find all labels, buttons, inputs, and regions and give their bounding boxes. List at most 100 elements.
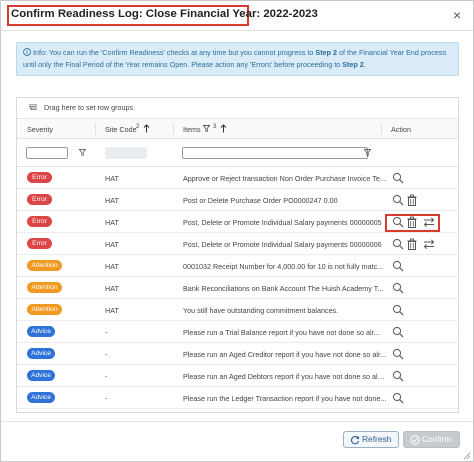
table-row[interactable]: Advice - Please run a Trial Balance report…	[17, 321, 458, 343]
filter-active-icon	[203, 125, 210, 132]
info-step-link-2: Step 2	[342, 60, 364, 69]
severity-badge: Error	[27, 194, 52, 205]
filter-row	[17, 139, 458, 167]
items-filter-input[interactable]	[182, 147, 368, 159]
site-code-cell: -	[105, 328, 108, 337]
severity-badge: Error	[27, 216, 52, 227]
site-code-cell: HAT	[105, 240, 119, 249]
info-icon	[23, 48, 31, 56]
severity-badge: Advice	[27, 326, 55, 337]
site-code-cell: HAT	[105, 284, 119, 293]
info-text-2a: until only the Final Period of the Year …	[23, 60, 343, 69]
item-cell: Post, Delete or Promote Individual Salar…	[183, 218, 382, 227]
search-icon[interactable]	[392, 348, 404, 360]
filter-icon[interactable]	[364, 149, 371, 156]
item-cell: Post or Delete Purchase Order PO0000247 …	[183, 196, 338, 205]
filter-icon[interactable]	[79, 149, 86, 156]
item-cell: Please run a Trial Balance report if you…	[183, 328, 380, 337]
row-group-icon	[29, 104, 37, 110]
severity-badge: Attention	[27, 260, 62, 271]
table-row[interactable]: Attention HAT Bank Reconciliations on Bank…	[17, 277, 458, 299]
search-icon[interactable]	[392, 304, 404, 316]
info-banner: Info: You can run the 'Confirm Readiness…	[16, 42, 459, 76]
item-cell: Please run an Aged Debtors report if you…	[183, 372, 387, 381]
site-code-cell: HAT	[105, 174, 119, 183]
close-icon[interactable]: ×	[453, 7, 461, 23]
confirm-label: Confirm	[422, 434, 452, 444]
resize-handle-icon[interactable]	[463, 452, 471, 460]
item-cell: Approve or Reject transaction Non Order …	[183, 174, 386, 183]
site-code-sort-index: 2	[136, 124, 140, 130]
row-group-bar[interactable]: Drag here to set row groups	[17, 98, 458, 119]
site-code-cell: -	[105, 350, 108, 359]
column-separator[interactable]	[173, 123, 174, 135]
severity-badge: Error	[27, 238, 52, 249]
search-icon[interactable]	[392, 370, 404, 382]
check-circle-icon	[410, 435, 420, 445]
severity-filter-input[interactable]	[26, 147, 68, 159]
site-code-cell: HAT	[105, 262, 119, 271]
dialog-title: Confirm Readiness Log: Close Financial Y…	[11, 8, 318, 20]
severity-badge: Advice	[27, 392, 55, 403]
severity-badge: Advice	[27, 370, 55, 381]
trash-icon[interactable]	[406, 238, 418, 250]
table-row[interactable]: Advice - Please run an Aged Debtors report…	[17, 365, 458, 387]
info-line-2: until only the Final Period of the Year …	[23, 59, 452, 71]
item-cell: Post, Delete or Promote Individual Salar…	[183, 240, 382, 249]
trash-icon[interactable]	[406, 194, 418, 206]
column-header-severity[interactable]: Severity	[27, 125, 53, 134]
severity-badge: Attention	[27, 304, 62, 315]
item-cell: You still have outstanding commitment ba…	[183, 306, 339, 315]
search-icon[interactable]	[392, 282, 404, 294]
column-separator[interactable]	[95, 123, 96, 135]
row-group-hint: Drag here to set row groups	[44, 103, 134, 112]
sort-ascending-icon	[143, 124, 150, 133]
site-code-cell: -	[105, 372, 108, 381]
table-row[interactable]: Error HAT Approve or Reject transaction No…	[17, 167, 458, 189]
dialog-header: Confirm Readiness Log: Close Financial Y…	[1, 1, 473, 31]
table-row[interactable]: Error HAT Post or Delete Purchase Order PO…	[17, 189, 458, 211]
readiness-grid: Drag here to set row groups Severity Sit…	[16, 97, 459, 413]
info-line-1: Info: You can run the 'Confirm Readiness…	[23, 47, 452, 59]
site-code-filter-input	[105, 147, 147, 159]
search-icon[interactable]	[392, 326, 404, 338]
item-cell: 0001032 Receipt Number for 4,000.00 for …	[183, 262, 384, 271]
severity-badge: Advice	[27, 348, 55, 359]
table-row[interactable]: Advice - Please run the Ledger Transaction…	[17, 387, 458, 409]
search-icon[interactable]	[392, 194, 404, 206]
column-header-items[interactable]: Items	[183, 125, 201, 134]
refresh-icon	[350, 436, 360, 445]
item-cell: Please run an Aged Creditor report if yo…	[183, 350, 386, 359]
site-code-cell: HAT	[105, 218, 119, 227]
footer-divider	[1, 421, 473, 422]
item-cell: Bank Reconciliations on Bank Account The…	[183, 284, 384, 293]
table-row[interactable]: Attention HAT You still have outstanding c…	[17, 299, 458, 321]
search-icon[interactable]	[392, 238, 404, 250]
swap-arrows-icon[interactable]	[423, 238, 435, 250]
sort-ascending-icon	[220, 124, 227, 133]
table-row[interactable]: Advice - Please run an Aged Creditor repor…	[17, 343, 458, 365]
info-text-2b: .	[363, 60, 366, 69]
table-row[interactable]: Error HAT Post, Delete or Promote Individu…	[17, 233, 458, 255]
column-header-action: Action	[391, 125, 411, 134]
info-text-1b: of the Financial Year End process	[337, 48, 447, 57]
severity-badge: Attention	[27, 282, 62, 293]
confirm-button[interactable]: Confirm	[403, 431, 460, 448]
column-separator[interactable]	[381, 123, 382, 135]
table-row[interactable]: Attention HAT 0001032 Receipt Number for 4…	[17, 255, 458, 277]
severity-badge: Error	[27, 172, 52, 183]
refresh-button[interactable]: Refresh	[343, 431, 399, 448]
search-icon[interactable]	[392, 172, 404, 184]
confirm-readiness-dialog: Confirm Readiness Log: Close Financial Y…	[0, 0, 474, 462]
column-header-site-code[interactable]: Site Code	[105, 125, 137, 134]
search-icon[interactable]	[392, 260, 404, 272]
action-highlight	[385, 214, 440, 232]
site-code-cell: -	[105, 394, 108, 403]
site-code-cell: HAT	[105, 196, 119, 205]
refresh-label: Refresh	[362, 434, 392, 444]
search-icon[interactable]	[392, 392, 404, 404]
info-step-link-1: Step 2	[315, 48, 337, 57]
items-sort-index: 3	[213, 124, 217, 130]
info-text-1a: Info: You can run the 'Confirm Readiness…	[33, 48, 316, 57]
site-code-cell: HAT	[105, 306, 119, 315]
